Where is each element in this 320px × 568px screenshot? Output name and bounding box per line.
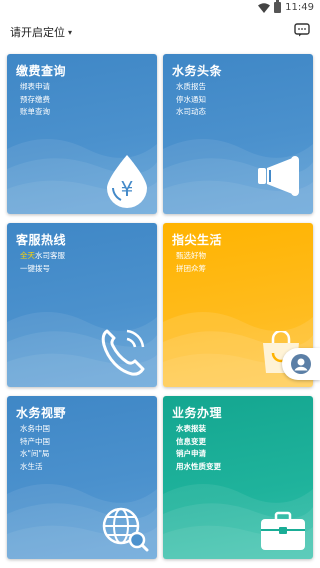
card-title: 缴费查询 xyxy=(16,64,67,78)
top-bar: 请开启定位 ▾ xyxy=(0,18,320,44)
menu-item-prepay[interactable]: 预存缴费 xyxy=(20,94,50,107)
payment-card[interactable]: 缴费查询 绑表申请 预存缴费 账单查询 ¥ xyxy=(7,54,157,214)
life-menu: 甄选好物 拼团众筹 xyxy=(176,250,206,275)
user-profile-tab[interactable] xyxy=(282,348,320,380)
chevron-down-icon: ▾ xyxy=(68,27,73,37)
all-day-highlight: 全天 xyxy=(20,251,35,260)
user-avatar-icon xyxy=(291,354,311,374)
status-bar: 11:49 xyxy=(0,0,320,18)
svg-text:¥: ¥ xyxy=(121,177,134,201)
card-title: 客服热线 xyxy=(16,233,67,247)
menu-item-outage-notice[interactable]: 停水通知 xyxy=(176,94,206,107)
menu-item-customer-service[interactable]: 全天水司客服 xyxy=(20,250,65,263)
vision-menu: 水务中国 特产中国 水"间"局 水生活 xyxy=(20,423,50,473)
business-menu: 水表报装 信息变更 销户申请 用水性质变更 xyxy=(176,423,221,473)
location-selector[interactable]: 请开启定位 ▾ xyxy=(10,24,72,40)
news-card[interactable]: 水务头条 水质报告 停水通知 水司动态 xyxy=(163,54,313,214)
menu-item-bill-query[interactable]: 账单查询 xyxy=(20,106,50,119)
globe-search-icon xyxy=(102,507,149,552)
card-title: 指尖生活 xyxy=(172,233,223,247)
card-title: 水务头条 xyxy=(172,64,223,78)
news-menu: 水质报告 停水通知 水司动态 xyxy=(176,81,206,119)
megaphone-icon xyxy=(258,156,299,196)
menu-item-water-china[interactable]: 水务中国 xyxy=(20,423,50,436)
wifi-icon xyxy=(258,2,271,13)
menu-item-water-quality[interactable]: 水质报告 xyxy=(176,81,206,94)
chat-bubble-icon[interactable] xyxy=(294,23,310,37)
card-title: 水务视野 xyxy=(16,406,67,420)
payment-menu: 绑表申请 预存缴费 账单查询 xyxy=(20,81,50,119)
menu-item-meter-install[interactable]: 水表报装 xyxy=(176,423,221,436)
customer-service-label: 水司客服 xyxy=(35,251,65,260)
menu-item-one-click-dial[interactable]: 一键拨号 xyxy=(20,263,65,276)
menu-item-selected-goods[interactable]: 甄选好物 xyxy=(176,250,206,263)
battery-icon xyxy=(274,0,282,13)
menu-item-specialty-china[interactable]: 特产中国 xyxy=(20,436,50,449)
phone-icon xyxy=(101,329,145,376)
menu-item-bind-meter[interactable]: 绑表申请 xyxy=(20,81,50,94)
hotline-card[interactable]: 客服热线 全天水司客服 一键拨号 xyxy=(7,223,157,387)
vision-card[interactable]: 水务视野 水务中国 特产中国 水"间"局 水生活 xyxy=(7,396,157,559)
hotline-menu: 全天水司客服 一键拨号 xyxy=(20,250,65,275)
yuan-water-drop-icon: ¥ xyxy=(107,155,147,208)
menu-item-water-life[interactable]: 水生活 xyxy=(20,461,50,474)
menu-item-group-buying[interactable]: 拼团众筹 xyxy=(176,263,206,276)
menu-item-water-bureau[interactable]: 水"间"局 xyxy=(20,448,50,461)
briefcase-icon xyxy=(261,511,305,550)
menu-item-company-news[interactable]: 水司动态 xyxy=(176,106,206,119)
business-card[interactable]: 业务办理 水表报装 信息变更 销户申请 用水性质变更 xyxy=(163,396,313,559)
clock: 11:49 xyxy=(285,2,314,13)
menu-item-usage-type-change[interactable]: 用水性质变更 xyxy=(176,461,221,474)
menu-item-account-cancel[interactable]: 销户申请 xyxy=(176,448,221,461)
card-title: 业务办理 xyxy=(172,406,223,420)
menu-item-info-change[interactable]: 信息变更 xyxy=(176,436,221,449)
location-label: 请开启定位 xyxy=(10,26,65,39)
